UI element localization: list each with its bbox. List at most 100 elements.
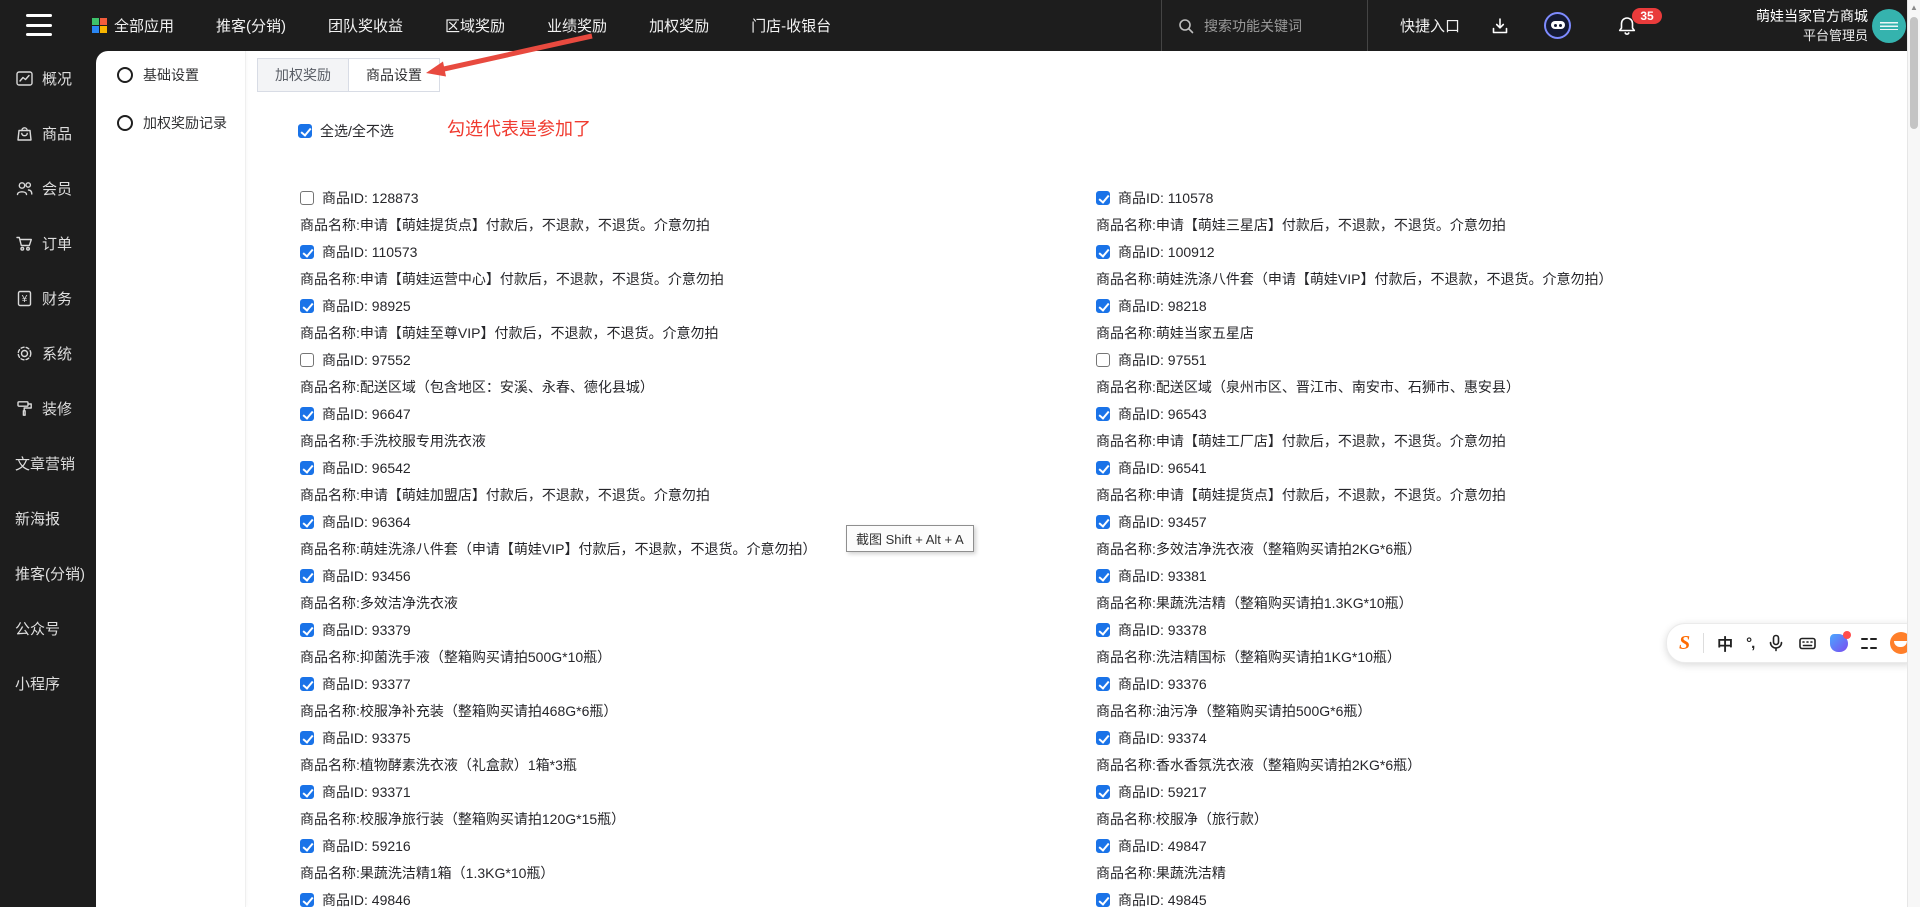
product-checkbox[interactable] [300, 623, 314, 637]
product-checkbox[interactable] [300, 299, 314, 313]
sidebar-item[interactable]: 装修 [0, 381, 96, 436]
product-checkbox[interactable] [300, 245, 314, 259]
keyboard-icon[interactable] [1798, 634, 1817, 653]
quick-entry-button[interactable]: 快捷入口 [1400, 0, 1460, 51]
product-item: 商品ID: 97551 商品名称:配送区域（泉州市区、晋江市、南安市、石狮市、惠… [1096, 350, 1886, 404]
product-checkbox[interactable] [300, 731, 314, 745]
product-id: 商品ID: 96541 [1118, 458, 1207, 478]
product-item: 商品ID: 93377 商品名称:校服净补充装（整箱购买请拍468G*6瓶） [300, 674, 1090, 728]
annotation-text: 勾选代表是参加了 [447, 115, 591, 141]
product-checkbox[interactable] [1096, 569, 1110, 583]
punctuation-icon[interactable]: °, [1746, 635, 1754, 652]
subnav-item[interactable]: 加权奖励记录 [96, 99, 245, 147]
product-checkbox[interactable] [1096, 731, 1110, 745]
product-checkbox[interactable] [1096, 677, 1110, 691]
subnav: 基础设置加权奖励记录 [96, 51, 246, 907]
apps-grid-icon[interactable] [1861, 635, 1877, 651]
ime-toolbar: S 中 °, ✦ [1666, 623, 1920, 663]
hamburger-icon[interactable] [26, 14, 52, 36]
product-checkbox[interactable] [300, 569, 314, 583]
product-id: 商品ID: 93376 [1118, 674, 1207, 694]
emoji-icon[interactable] [1830, 634, 1848, 652]
orders-icon [15, 234, 34, 253]
robot-assistant-icon[interactable] [1544, 0, 1571, 51]
product-checkbox[interactable] [1096, 623, 1110, 637]
product-checkbox[interactable] [1096, 893, 1110, 907]
subnav-item[interactable]: 基础设置 [96, 51, 245, 99]
product-checkbox[interactable] [300, 839, 314, 853]
sidebar-item[interactable]: 小程序 [0, 656, 96, 711]
sidebar-item[interactable]: ¥财务 [0, 271, 96, 326]
product-checkbox[interactable] [1096, 515, 1110, 529]
search-input[interactable]: 搜索功能关键词 [1178, 0, 1302, 51]
product-name: 商品名称:果蔬洗洁精 [1096, 863, 1886, 883]
topbar-menu-item[interactable]: 团队奖收益 [328, 15, 403, 36]
product-checkbox[interactable] [1096, 191, 1110, 205]
scrollbar[interactable]: ▲ [1907, 0, 1920, 907]
product-name: 商品名称:配送区域（包含地区：安溪、永春、德化县城） [300, 377, 1090, 397]
product-id: 商品ID: 96647 [322, 404, 411, 424]
topbar-menu-item[interactable]: 加权奖励 [649, 15, 709, 36]
topbar-menu-item[interactable]: 推客(分销) [216, 15, 286, 36]
product-item: 商品ID: 96541 商品名称:申请【萌娃提货点】付款后，不退款，不退货。介意… [1096, 458, 1886, 512]
sidebar-item[interactable]: 推客(分销) [0, 546, 96, 601]
product-checkbox[interactable] [300, 353, 314, 367]
product-checkbox[interactable] [300, 893, 314, 907]
sidebar-item[interactable]: 公众号 [0, 601, 96, 656]
product-item: 商品ID: 93457 商品名称:多效洁净洗衣液（整箱购买请拍2KG*6瓶） [1096, 512, 1886, 566]
content-panel: 基础设置加权奖励记录 加权奖励 商品设置 全选/全不选 勾选代表是参加了 商品I… [96, 51, 1920, 907]
product-id: 商品ID: 96364 [322, 512, 411, 532]
product-item: 商品ID: 93375 商品名称:植物酵素洗衣液（礼盒款）1箱*3瓶 [300, 728, 1090, 782]
product-id: 商品ID: 59216 [322, 836, 411, 856]
sidebar-item[interactable]: 概况 [0, 51, 96, 106]
tab-weighted-reward[interactable]: 加权奖励 [258, 59, 349, 91]
select-all-label: 全选/全不选 [320, 121, 394, 141]
product-name: 商品名称:申请【萌娃运营中心】付款后，不退款，不退货。介意勿拍 [300, 269, 1090, 289]
sidebar-item[interactable]: 系统 [0, 326, 96, 381]
product-item: 商品ID: 98925 商品名称:申请【萌娃至尊VIP】付款后，不退款，不退货。… [300, 296, 1090, 350]
select-all-checkbox[interactable] [298, 124, 312, 138]
topbar-menu-item[interactable]: 门店-收银台 [751, 15, 831, 36]
product-checkbox[interactable] [1096, 245, 1110, 259]
product-id: 商品ID: 98218 [1118, 296, 1207, 316]
product-checkbox[interactable] [1096, 407, 1110, 421]
product-checkbox[interactable] [1096, 839, 1110, 853]
goods-icon [15, 124, 34, 143]
product-checkbox[interactable] [1096, 353, 1110, 367]
scrollbar-thumb[interactable] [1910, 17, 1918, 129]
topbar-menu-item[interactable]: 区域奖励 [445, 15, 505, 36]
topbar-menu-item[interactable]: 全部应用 [92, 15, 174, 36]
product-name: 商品名称:植物酵素洗衣液（礼盒款）1箱*3瓶 [300, 755, 1090, 775]
bell-icon[interactable] [1616, 0, 1638, 51]
topbar: 全部应用 推客(分销) 团队奖收益 区域奖励 业绩奖励 加权奖励 门店-收银台 搜索功能关键… [0, 0, 1920, 51]
download-icon[interactable] [1490, 0, 1510, 51]
tab-product-settings[interactable]: 商品设置 [349, 59, 439, 91]
microphone-icon[interactable] [1767, 634, 1785, 652]
product-checkbox[interactable] [300, 785, 314, 799]
product-checkbox[interactable] [1096, 461, 1110, 475]
avatar[interactable] [1872, 9, 1906, 43]
sogou-logo-icon[interactable]: S [1679, 632, 1690, 655]
product-checkbox[interactable] [1096, 299, 1110, 313]
product-checkbox[interactable] [300, 407, 314, 421]
product-id: 商品ID: 93378 [1118, 620, 1207, 640]
product-name: 商品名称:申请【萌娃加盟店】付款后，不退款，不退货。介意勿拍 [300, 485, 1090, 505]
scrollbar-up-arrow[interactable]: ▲ [1908, 3, 1920, 12]
product-id: 商品ID: 59217 [1118, 782, 1207, 802]
sidebar-item[interactable]: 商品 [0, 106, 96, 161]
product-checkbox[interactable] [1096, 785, 1110, 799]
product-name: 商品名称:多效洁净洗衣液（整箱购买请拍2KG*6瓶） [1096, 539, 1886, 559]
product-item: 商品ID: 96647 商品名称:手洗校服专用洗衣液 [300, 404, 1090, 458]
product-checkbox[interactable] [300, 191, 314, 205]
topbar-menu-item[interactable]: 业绩奖励 [547, 15, 607, 36]
sidebar-item[interactable]: 订单 [0, 216, 96, 271]
sidebar-item[interactable]: 新海报 [0, 491, 96, 546]
product-checkbox[interactable] [300, 515, 314, 529]
select-all-row[interactable]: 全选/全不选 [298, 121, 394, 141]
sidebar-item[interactable]: 会员 [0, 161, 96, 216]
product-checkbox[interactable] [300, 677, 314, 691]
chinese-mode-icon[interactable]: 中 [1717, 631, 1733, 655]
product-name: 商品名称:申请【萌娃提货点】付款后，不退款，不退货。介意勿拍 [300, 215, 1090, 235]
sidebar-item[interactable]: 文章营销 [0, 436, 96, 491]
product-checkbox[interactable] [300, 461, 314, 475]
